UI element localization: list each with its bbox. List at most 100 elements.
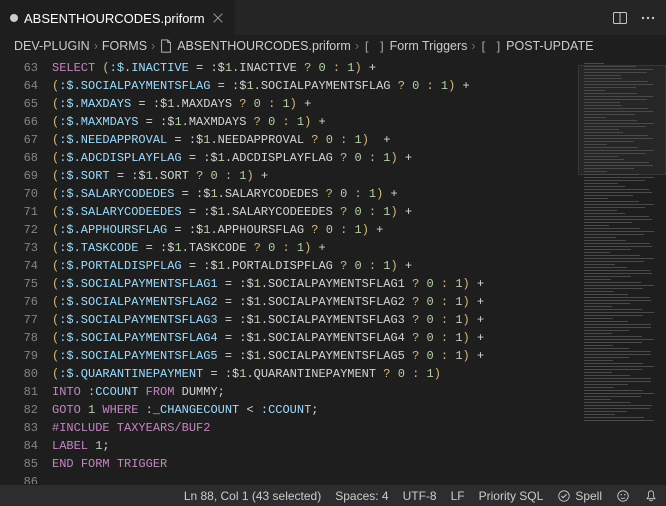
minimap-line — [584, 279, 611, 280]
modified-dot-icon — [10, 14, 18, 22]
minimap-line — [584, 225, 609, 226]
minimap-line — [584, 102, 620, 103]
crumb-root[interactable]: DEV-PLUGIN — [14, 39, 90, 53]
minimap-line — [584, 180, 645, 181]
crumb-file[interactable]: ABSENTHOURCODES.priform — [177, 39, 351, 53]
split-editor-icon[interactable] — [612, 10, 628, 26]
code-line[interactable]: #INCLUDE TAXYEARS/BUF2 — [52, 419, 578, 437]
minimap-line — [584, 405, 652, 406]
code-line[interactable]: LABEL 1; — [52, 437, 578, 455]
minimap-line — [584, 414, 615, 415]
line-number: 68 — [0, 149, 38, 167]
minimap-line — [584, 117, 606, 118]
tab-title: ABSENTHOURCODES.priform — [24, 11, 205, 26]
line-number: 65 — [0, 95, 38, 113]
code-line[interactable]: (:$.MAXMDAYS = :$1.MAXMDAYS ? 0 : 1) + — [52, 113, 578, 131]
code-line[interactable]: (:$.SOCIALPAYMENTSFLAG = :$1.SOCIALPAYME… — [52, 77, 578, 95]
line-number: 77 — [0, 311, 38, 329]
code-line[interactable]: (:$.SALARYCODEDES = :$1.SALARYCODEDES ? … — [52, 185, 578, 203]
minimap-line — [584, 165, 653, 166]
code-line[interactable]: (:$.PORTALDISPFLAG = :$1.PORTALDISPFLAG … — [52, 257, 578, 275]
close-icon[interactable] — [211, 11, 225, 25]
code-line[interactable]: SELECT (:$.INACTIVE = :$1.INACTIVE ? 0 :… — [52, 59, 578, 77]
line-number: 83 — [0, 419, 38, 437]
tab-bar: ABSENTHOURCODES.priform — [0, 0, 666, 35]
line-number: 73 — [0, 239, 38, 257]
code-line[interactable]: (:$.SOCIALPAYMENTSFLAG3 = :$1.SOCIALPAYM… — [52, 311, 578, 329]
code-line[interactable]: (:$.MAXDAYS = :$1.MAXDAYS ? 0 : 1) + — [52, 95, 578, 113]
line-number: 76 — [0, 293, 38, 311]
code-line[interactable]: (:$.ADCDISPLAYFLAG = :$1.ADCDISPLAYFLAG … — [52, 149, 578, 167]
minimap-line — [584, 357, 629, 358]
minimap-line — [584, 237, 616, 238]
minimap-line — [584, 318, 613, 319]
line-number: 86 — [0, 473, 38, 484]
code-line[interactable]: (:$.APPHOURSFLAG = :$1.APPHOURSFLAG ? 0 … — [52, 221, 578, 239]
status-cursor[interactable]: Ln 88, Col 1 (43 selected) — [184, 489, 321, 503]
minimap-line — [584, 300, 651, 301]
code-line[interactable]: (:$.SOCIALPAYMENTSFLAG1 = :$1.SOCIALPAYM… — [52, 275, 578, 293]
status-encoding[interactable]: UTF-8 — [403, 489, 437, 503]
minimap-line — [584, 204, 654, 205]
minimap-line — [584, 249, 631, 250]
more-icon[interactable] — [640, 10, 656, 26]
minimap-line — [584, 408, 650, 409]
line-number: 66 — [0, 113, 38, 131]
crumb-subsection[interactable]: POST-UPDATE — [506, 39, 593, 53]
minimap-line — [584, 78, 622, 79]
minimap-line — [584, 270, 650, 271]
minimap-line — [584, 315, 643, 316]
minimap-line — [584, 333, 612, 334]
minimap[interactable] — [578, 57, 666, 484]
minimap-line — [584, 219, 652, 220]
line-number: 69 — [0, 167, 38, 185]
minimap-line — [584, 336, 642, 337]
minimap-line — [584, 138, 653, 139]
code-line[interactable]: (:$.SORT = :$1.SORT ? 0 : 1) + — [52, 167, 578, 185]
code-line[interactable]: (:$.SALARYCODEEDES = :$1.SALARYCODEEDES … — [52, 203, 578, 221]
chevron-right-icon: › — [151, 39, 155, 53]
tab-absent-hour-codes[interactable]: ABSENTHOURCODES.priform — [0, 0, 236, 35]
code-line[interactable]: (:$.NEEDAPPROVAL = :$1.NEEDAPPROVAL ? 0 … — [52, 131, 578, 149]
minimap-line — [584, 126, 646, 127]
editor: 6364656667686970717273747576777879808182… — [0, 57, 666, 484]
code-line[interactable]: (:$.SOCIALPAYMENTSFLAG2 = :$1.SOCIALPAYM… — [52, 293, 578, 311]
minimap-line — [584, 258, 654, 259]
code-line[interactable]: (:$.QUARANTINEPAYMENT = :$1.QUARANTINEPA… — [52, 365, 578, 383]
breadcrumb[interactable]: DEV-PLUGIN › FORMS › ABSENTHOURCODES.pri… — [0, 35, 666, 57]
minimap-line — [584, 177, 654, 178]
line-number: 82 — [0, 401, 38, 419]
chevron-right-icon: › — [355, 39, 359, 53]
line-number: 75 — [0, 275, 38, 293]
minimap-line — [584, 72, 647, 73]
code-line[interactable]: (:$.SOCIALPAYMENTSFLAG5 = :$1.SOCIALPAYM… — [52, 347, 578, 365]
status-spaces[interactable]: Spaces: 4 — [335, 489, 388, 503]
minimap-line — [584, 147, 638, 148]
minimap-line — [584, 393, 654, 394]
status-eol[interactable]: LF — [451, 489, 465, 503]
minimap-line — [584, 105, 622, 106]
code-line[interactable]: (:$.SOCIALPAYMENTSFLAG4 = :$1.SOCIALPAYM… — [52, 329, 578, 347]
minimap-line — [584, 156, 618, 157]
status-feedback[interactable] — [616, 489, 630, 503]
bracket-icon: [ ] — [363, 39, 386, 54]
code-line[interactable]: (:$.TASKCODE = :$1.TASKCODE ? 0 : 1) + — [52, 239, 578, 257]
crumb-folder[interactable]: FORMS — [102, 39, 147, 53]
code-line[interactable] — [52, 473, 578, 484]
line-number-gutter: 6364656667686970717273747576777879808182… — [0, 57, 52, 484]
status-notifications[interactable] — [644, 489, 658, 503]
code-line[interactable]: END FORM TRIGGER — [52, 455, 578, 473]
code-area[interactable]: SELECT (:$.INACTIVE = :$1.INACTIVE ? 0 :… — [52, 57, 578, 484]
line-number: 71 — [0, 203, 38, 221]
code-line[interactable]: INTO :CCOUNT FROM DUMMY; — [52, 383, 578, 401]
minimap-line — [584, 228, 640, 229]
minimap-line — [584, 363, 643, 364]
crumb-section[interactable]: Form Triggers — [390, 39, 468, 53]
minimap-line — [584, 162, 649, 163]
line-number: 79 — [0, 347, 38, 365]
status-language[interactable]: Priority SQL — [479, 489, 544, 503]
minimap-line — [584, 66, 636, 67]
status-spell[interactable]: Spell — [557, 489, 602, 503]
minimap-line — [584, 87, 636, 88]
code-line[interactable]: GOTO 1 WHERE :_CHANGECOUNT < :CCOUNT; — [52, 401, 578, 419]
